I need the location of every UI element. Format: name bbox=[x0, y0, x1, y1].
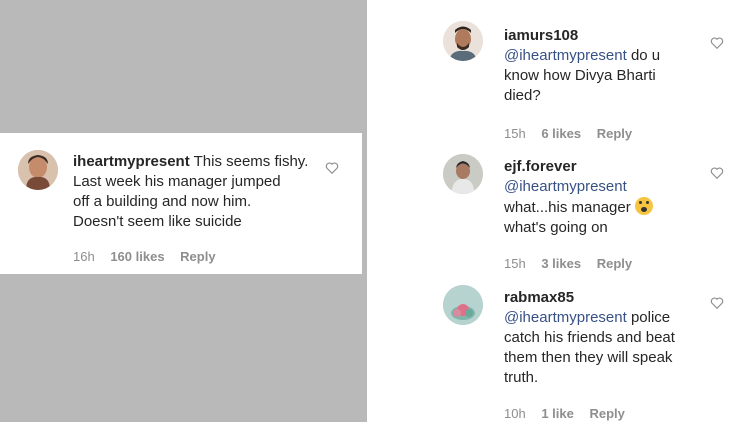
likes-count[interactable]: 160 likes bbox=[110, 249, 164, 264]
heart-icon[interactable] bbox=[325, 161, 339, 175]
likes-count[interactable]: 1 like bbox=[541, 406, 574, 421]
avatar[interactable] bbox=[443, 21, 483, 61]
mention-link[interactable]: @iheartmypresent bbox=[504, 178, 627, 195]
comment-body: catch his friends and beat bbox=[504, 329, 675, 346]
avatar[interactable] bbox=[443, 285, 483, 325]
avatar[interactable] bbox=[18, 150, 58, 190]
comment-body: them then they will speak bbox=[504, 349, 673, 366]
comment-body: know how Divya Bharti bbox=[504, 67, 656, 84]
reply-button[interactable]: Reply bbox=[589, 406, 624, 421]
comment-username[interactable]: ejf.forever bbox=[504, 158, 577, 175]
mention-link[interactable]: @iheartmypresent bbox=[504, 309, 627, 326]
comment-text: rabmax85 @iheartmypresent police catch h… bbox=[504, 288, 714, 388]
comment-username[interactable]: iamurs108 bbox=[504, 27, 578, 44]
comment-username[interactable]: rabmax85 bbox=[504, 289, 574, 306]
likes-count[interactable]: 6 likes bbox=[541, 126, 581, 141]
comment-body: what's going on bbox=[504, 219, 608, 236]
comment-time: 15h bbox=[504, 126, 526, 141]
comment-time: 10h bbox=[504, 406, 526, 421]
likes-count[interactable]: 3 likes bbox=[541, 256, 581, 271]
mention-link[interactable]: @iheartmypresent bbox=[504, 47, 627, 64]
comment-body: Doesn't seem like suicide bbox=[73, 213, 242, 230]
face-screaming-emoji bbox=[634, 197, 653, 215]
reply-button[interactable]: Reply bbox=[597, 256, 632, 271]
reply-button[interactable]: Reply bbox=[597, 126, 632, 141]
comment-body: truth. bbox=[504, 369, 539, 386]
comment-body: police bbox=[626, 309, 671, 326]
heart-icon[interactable] bbox=[710, 36, 724, 50]
comment-body: off a building and now him. bbox=[73, 193, 252, 210]
comment-meta: 16h 160 likes Reply bbox=[73, 249, 228, 264]
reply-button[interactable]: Reply bbox=[180, 249, 215, 264]
heart-icon[interactable] bbox=[710, 296, 724, 310]
comment-text: ejf.forever @iheartmypresent what...his … bbox=[504, 157, 714, 238]
comment-body: died? bbox=[504, 87, 541, 104]
comment-meta: 10h 1 like Reply bbox=[504, 406, 637, 421]
avatar[interactable] bbox=[443, 154, 483, 194]
comment-meta: 15h 3 likes Reply bbox=[504, 256, 644, 271]
comment-time: 16h bbox=[73, 249, 95, 264]
comment-body: Last week his manager jumped bbox=[73, 173, 281, 190]
comment-meta: 15h 6 likes Reply bbox=[504, 126, 644, 141]
comment-body: what...his manager bbox=[504, 199, 631, 216]
highlighted-comment-card: iheartmypresent This seems fishy. Last w… bbox=[0, 133, 362, 274]
comment-username[interactable]: iheartmypresent bbox=[73, 153, 190, 170]
comment-text: iheartmypresent This seems fishy. Last w… bbox=[73, 152, 343, 232]
comments-panel: iamurs108 @iheartmypresent do u know how… bbox=[367, 0, 750, 422]
comment-body: do u bbox=[626, 47, 661, 64]
comment-time: 15h bbox=[504, 256, 526, 271]
comment-text: iamurs108 @iheartmypresent do u know how… bbox=[504, 26, 714, 106]
heart-icon[interactable] bbox=[710, 166, 724, 180]
comment-body: This seems fishy. bbox=[189, 153, 309, 170]
